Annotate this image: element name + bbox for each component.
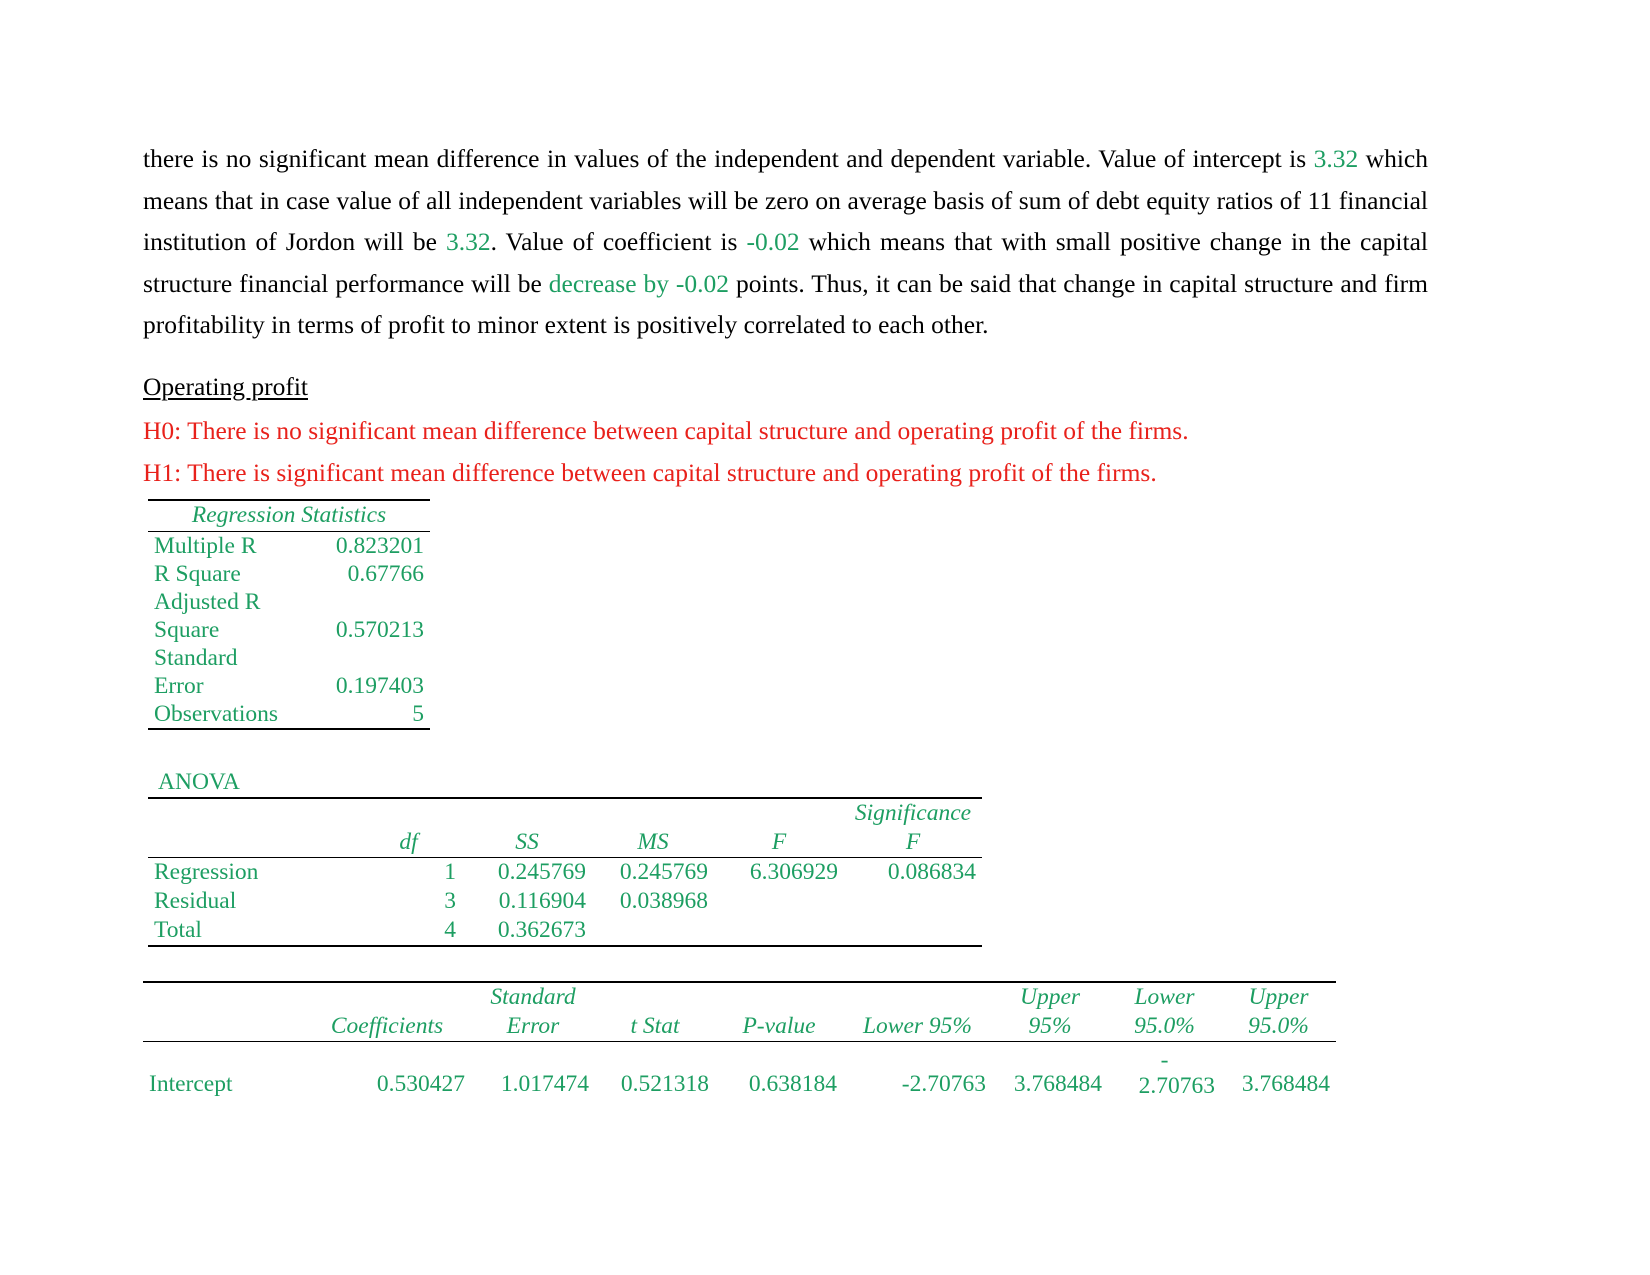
coef-header-lower-95-0: Lower 95.0%: [1108, 981, 1221, 1042]
regression-statistics-title: Regression Statistics: [148, 499, 430, 532]
anova-regression-significance-f: 0.086834: [887, 859, 976, 885]
coef-intercept-p-value: 0.638184: [748, 1071, 837, 1097]
anova-header-ms: MS: [592, 797, 714, 858]
stat-value-multiple-r: 0.823201: [335, 533, 424, 559]
anova-header-blank: [148, 797, 355, 858]
intercept-value-1: 3.32: [1313, 144, 1359, 173]
stat-value-adjusted-r-square: 0.570213: [335, 617, 424, 643]
coef-intercept-lower-95-0: - 2.70763: [1108, 1042, 1221, 1099]
anova-header-significance-f: Significance F: [844, 797, 982, 858]
anova-header-df: df: [355, 797, 462, 858]
anova-residual-significance-f: [844, 887, 982, 916]
coef-intercept-upper-95: 3.768484: [1013, 1071, 1102, 1097]
paragraph-segment-1: there is no significant mean difference …: [143, 144, 1314, 173]
coefficients-table: Coefficients Standard Error t Stat P-val…: [143, 981, 1336, 1099]
coef-header-lower-95: Lower 95%: [843, 981, 992, 1042]
section-heading: Operating profit: [143, 371, 308, 401]
anova-title: ANOVA: [158, 769, 240, 795]
paragraph-segment-3: . Value of coefficient is: [490, 227, 747, 256]
intercept-value-2: 3.32: [445, 227, 491, 256]
null-hypothesis: H0: There is no significant mean differe…: [143, 416, 1189, 445]
table-row: Intercept 0.530427 1.017474 0.521318 0.6…: [143, 1042, 1336, 1099]
coef-intercept-lower-95: -2.70763: [901, 1071, 986, 1097]
table-row: R Square 0.67766: [148, 560, 430, 588]
anova-total-df: 4: [355, 916, 462, 947]
coef-header-blank: [143, 981, 303, 1042]
table-row: Observations 5: [148, 700, 430, 730]
stat-label-observations: Observations: [148, 700, 289, 730]
anova-residual-df: 3: [444, 888, 456, 914]
coef-intercept-standard-error: 1.017474: [500, 1071, 589, 1097]
coef-header-standard-error: Standard Error: [471, 981, 595, 1042]
stat-value-observations: 5: [289, 700, 430, 730]
coef-header-t-stat: t Stat: [595, 981, 715, 1042]
table-header-row: Coefficients Standard Error t Stat P-val…: [143, 981, 1336, 1042]
anova-total-ss: 0.362673: [462, 916, 592, 947]
table-header-row: df SS MS F Significance F: [148, 797, 982, 858]
anova-residual-ms: 0.038968: [619, 888, 708, 914]
anova-row-label-regression: Regression: [154, 859, 259, 885]
page-content: there is no significant mean difference …: [143, 138, 1428, 1099]
coef-header-p-value: P-value: [715, 981, 843, 1042]
body-paragraph: there is no significant mean difference …: [143, 138, 1428, 346]
anova-regression-ms: 0.245769: [619, 859, 708, 885]
coef-header-upper-95-0: Upper 95.0%: [1221, 981, 1336, 1042]
table-row: Standard Error 0.197403: [148, 644, 430, 700]
coef-header-upper-95: Upper 95%: [992, 981, 1108, 1042]
decrease-phrase: decrease by -0.02: [548, 268, 730, 298]
coef-row-label-intercept: Intercept: [149, 1071, 233, 1097]
regression-statistics-table: Regression Statistics Multiple R 0.82320…: [148, 499, 430, 730]
anova-total-significance-f: [844, 916, 982, 947]
table-row: Multiple R 0.823201: [148, 532, 430, 561]
coef-intercept-lower-95-0-value: 2.70763: [1138, 1073, 1215, 1099]
anova-row-label-total: Total: [148, 916, 355, 947]
coef-intercept-t-stat: 0.521318: [620, 1071, 709, 1097]
anova-row-label-residual: Residual: [154, 888, 237, 914]
anova-header-ss: SS: [462, 797, 592, 858]
stat-label-standard-error: Standard Error: [154, 645, 238, 699]
table-row: Regression 1 0.245769 0.245769 6.306929 …: [148, 858, 982, 888]
anova-regression-f: 6.306929: [749, 859, 838, 885]
anova-header-f: F: [714, 797, 844, 858]
coefficient-value: -0.02: [746, 227, 800, 256]
anova-section: ANOVA df SS MS F Significance F Regressi…: [148, 768, 1428, 947]
anova-total-ms: [592, 916, 714, 947]
table-row: Adjusted R Square 0.570213: [148, 588, 430, 644]
table-row: Residual 3 0.116904 0.038968: [148, 887, 982, 916]
stat-label-adjusted-r-square: Adjusted R Square: [154, 589, 261, 643]
stat-label-r-square: R Square: [154, 561, 241, 587]
coef-intercept-lower-95-0-sign: -: [1160, 1047, 1169, 1073]
table-header-row: Regression Statistics: [148, 499, 430, 532]
anova-regression-ss: 0.245769: [497, 859, 586, 885]
coef-intercept-coefficient: 0.530427: [376, 1071, 465, 1097]
anova-table: df SS MS F Significance F Regression 1 0…: [148, 797, 982, 947]
coef-intercept-upper-95-0: 3.768484: [1241, 1071, 1330, 1097]
alternate-hypothesis: H1: There is significant mean difference…: [143, 457, 1157, 487]
coefficients-section: Coefficients Standard Error t Stat P-val…: [143, 981, 1428, 1099]
anova-total-f: [714, 916, 844, 947]
anova-residual-ss: 0.116904: [498, 888, 586, 914]
table-row: Total 4 0.362673: [148, 916, 982, 947]
stat-value-r-square: 0.67766: [347, 561, 424, 587]
anova-regression-df: 1: [444, 859, 456, 885]
stat-value-standard-error: 0.197403: [335, 673, 424, 699]
stat-label-multiple-r: Multiple R: [154, 533, 257, 559]
document-page: there is no significant mean difference …: [0, 0, 1650, 1275]
anova-residual-f: [714, 887, 844, 916]
coef-header-coefficients: Coefficients: [303, 981, 471, 1042]
